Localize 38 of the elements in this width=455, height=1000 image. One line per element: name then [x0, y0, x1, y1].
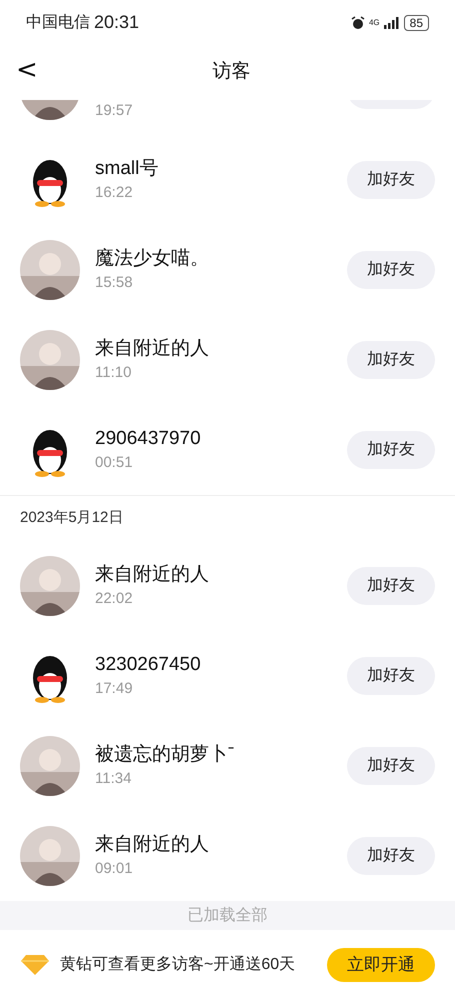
add-friend-button[interactable]: 加好友: [347, 657, 435, 695]
visit-time: 22:02: [95, 589, 134, 609]
activate-button[interactable]: 立即开通: [327, 948, 435, 982]
visitor-name: small号: [95, 157, 160, 181]
add-friend-button[interactable]: 加好友: [347, 341, 435, 379]
visitor-name: 3230267450: [95, 653, 202, 677]
carrier: 中国电信: [26, 12, 90, 32]
visit-time: 15:58: [95, 273, 134, 293]
visit-time: 11:10: [95, 363, 132, 383]
visit-time: 00:51: [95, 453, 134, 473]
add-friend-button[interactable]: 加好友: [347, 161, 435, 199]
visitor-name: 2906437970: [95, 427, 202, 451]
visitor-name: 来自附近的人: [95, 833, 210, 857]
loaded-all-text: 已加载全部: [188, 906, 268, 926]
visitor-name: 魔法少女喵。: [95, 247, 210, 271]
add-friend-button[interactable]: 加好友: [347, 837, 435, 875]
network-type: 4G: [368, 18, 380, 26]
promo-text: 黄钻可查看更多访客~开通送60天: [60, 954, 296, 975]
visit-time: 17:49: [95, 679, 134, 699]
visit-time: 09:01: [95, 859, 134, 879]
battery-level: 85: [404, 14, 429, 30]
visit-time: 11:34: [95, 769, 132, 789]
add-friend-button[interactable]: 加好友: [347, 251, 435, 289]
page-title: 访客: [212, 60, 250, 84]
add-friend-button[interactable]: 加好友: [347, 431, 435, 469]
clock: 20:31: [94, 11, 140, 34]
visitor-name: 来自附近的人: [95, 337, 210, 361]
diamond-icon: [20, 954, 50, 976]
date-heading: 2023年5月12日: [20, 508, 124, 528]
alarm-icon: [350, 16, 365, 30]
back-button[interactable]: <: [16, 57, 38, 83]
visit-time: 19:57: [95, 101, 134, 121]
add-friend-button[interactable]: 加好友: [347, 747, 435, 785]
visitor-name: 来自附近的人: [95, 563, 210, 587]
visitor-name: 被遗忘的胡萝卜ˉ: [95, 742, 236, 767]
signal-icon: [384, 16, 400, 28]
visit-time: 16:22: [95, 183, 134, 203]
add-friend-button[interactable]: 加好友: [347, 567, 435, 605]
